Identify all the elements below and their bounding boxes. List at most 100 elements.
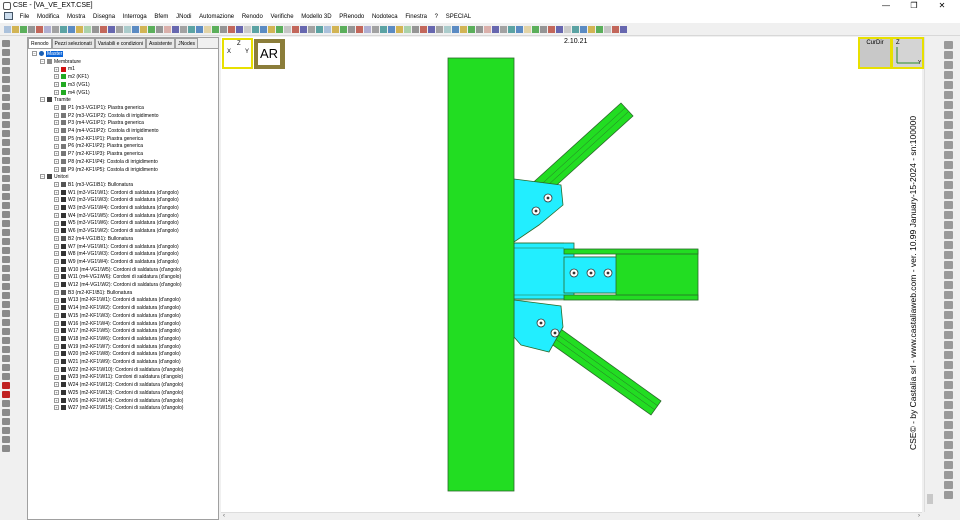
right-tool-button[interactable] <box>944 121 953 129</box>
tree-item[interactable]: + W3 (m3-VG1\W4): Cordoni di saldatura (d… <box>54 205 179 212</box>
toolbar-button[interactable] <box>228 26 235 33</box>
right-tool-button[interactable] <box>944 361 953 369</box>
right-tool-button[interactable] <box>944 331 953 339</box>
tree-item[interactable]: + B1 (m3-VG1\B1): Bullonatura <box>54 182 133 189</box>
tree-item[interactable]: + P7 (m2-KF1\P3): Piastra generica <box>54 151 143 158</box>
left-tool-button[interactable] <box>2 364 10 371</box>
left-tool-button[interactable] <box>2 373 10 380</box>
expand-icon[interactable]: + <box>54 259 59 265</box>
expand-icon[interactable]: + <box>54 143 59 149</box>
toolbar-button[interactable] <box>612 26 619 33</box>
toolbar-button[interactable] <box>500 26 507 33</box>
right-tool-button[interactable] <box>944 91 953 99</box>
right-tool-button[interactable] <box>944 151 953 159</box>
toolbar-button[interactable] <box>332 26 339 33</box>
tree-item[interactable]: + W6 (m3-VG1\W2): Cordoni di saldatura (d… <box>54 228 179 235</box>
toolbar-button[interactable] <box>436 26 443 33</box>
menu-help[interactable]: ? <box>432 12 441 23</box>
tree-item[interactable]: + W18 (m2-KF1\W6): Cordoni di saldatura (… <box>54 336 181 343</box>
toolbar-button[interactable] <box>60 26 67 33</box>
left-tool-button[interactable] <box>2 247 10 254</box>
tree-item[interactable]: + W21 (m2-KF1\W9): Cordoni di saldatura (… <box>54 359 181 366</box>
left-tool-button[interactable] <box>2 103 10 110</box>
right-tool-button[interactable] <box>944 231 953 239</box>
toolbar-button[interactable] <box>356 26 363 33</box>
toolbar-button[interactable] <box>620 26 627 33</box>
menu-bfem[interactable]: Bfem <box>151 12 171 23</box>
right-tool-button[interactable] <box>944 221 953 229</box>
toolbar-button[interactable] <box>92 26 99 33</box>
toolbar-button[interactable] <box>588 26 595 33</box>
left-tool-button[interactable] <box>2 130 10 137</box>
left-tool-button[interactable] <box>2 328 10 335</box>
toolbar-button[interactable] <box>348 26 355 33</box>
right-tool-button[interactable] <box>944 321 953 329</box>
expand-icon[interactable]: + <box>54 243 59 249</box>
tree-item[interactable]: + m2 (KF1) <box>54 74 89 81</box>
toolbar-button[interactable] <box>468 26 475 33</box>
toolbar-button[interactable] <box>292 26 299 33</box>
right-tool-button[interactable] <box>944 131 953 139</box>
toolbar-button[interactable] <box>204 26 211 33</box>
right-tool-button[interactable] <box>944 251 953 259</box>
left-tool-button[interactable] <box>2 49 10 56</box>
expand-icon[interactable]: + <box>54 205 59 211</box>
tree-item[interactable]: + P6 (m2-KF1\P2): Piastra generica <box>54 143 143 150</box>
toolbar-button[interactable] <box>380 26 387 33</box>
menu-modello-3d[interactable]: Modello 3D <box>298 12 334 23</box>
expand-icon[interactable]: + <box>54 235 59 241</box>
document-icon[interactable] <box>4 12 13 21</box>
toolbar-button[interactable] <box>364 26 371 33</box>
tree-item[interactable]: + W4 (m3-VG1\W5): Cordoni di saldatura (d… <box>54 213 179 220</box>
left-tool-button[interactable] <box>2 382 10 389</box>
tree-item[interactable]: + W9 (m4-VG1\W4): Cordoni di saldatura (d… <box>54 259 179 266</box>
toolbar-button[interactable] <box>52 26 59 33</box>
toolbar-button[interactable] <box>508 26 515 33</box>
toolbar-button[interactable] <box>444 26 451 33</box>
tree-item[interactable]: + W19 (m2-KF1\W7): Cordoni di saldatura (… <box>54 344 181 351</box>
expand-icon[interactable]: + <box>54 266 59 272</box>
menu-disegna[interactable]: Disegna <box>90 12 118 23</box>
left-tool-button[interactable] <box>2 274 10 281</box>
tree-item[interactable]: + W5 (m3-VG1\W6): Cordoni di saldatura (d… <box>54 220 179 227</box>
right-tool-button[interactable] <box>944 171 953 179</box>
expand-icon[interactable]: + <box>54 135 59 141</box>
toolbar-button[interactable] <box>148 26 155 33</box>
toolbar-button[interactable] <box>492 26 499 33</box>
toolbar-button[interactable] <box>76 26 83 33</box>
right-tool-button[interactable] <box>944 391 953 399</box>
gusset-plates[interactable] <box>513 178 620 353</box>
tree-item[interactable]: + W17 (m2-KF1\W5): Cordoni di saldatura (… <box>54 328 181 335</box>
toolbar-button[interactable] <box>396 26 403 33</box>
expand-icon[interactable]: + <box>54 197 59 203</box>
collapse-icon[interactable]: − <box>40 97 45 103</box>
right-tool-button[interactable] <box>944 351 953 359</box>
toolbar-button[interactable] <box>164 26 171 33</box>
expand-icon[interactable]: + <box>54 351 59 357</box>
expand-icon[interactable]: + <box>54 374 59 380</box>
tree-item[interactable]: + W13 (m2-KF1\W1): Cordoni di saldatura (… <box>54 297 181 304</box>
toolbar-button[interactable] <box>460 26 467 33</box>
toolbar-button[interactable] <box>596 26 603 33</box>
expand-icon[interactable]: + <box>54 251 59 257</box>
expand-icon[interactable]: + <box>54 405 59 411</box>
right-tool-button[interactable] <box>944 451 953 459</box>
toolbar-button[interactable] <box>260 26 267 33</box>
toolbar-button[interactable] <box>172 26 179 33</box>
expand-icon[interactable]: + <box>54 189 59 195</box>
right-tool-button[interactable] <box>944 291 953 299</box>
menu-finestra[interactable]: Finestra <box>402 12 430 23</box>
scroll-left-icon[interactable]: ‹ <box>223 513 225 520</box>
left-tool-button[interactable] <box>2 355 10 362</box>
toolbar-button[interactable] <box>300 26 307 33</box>
tree-item[interactable]: + W24 (m2-KF1\W12): Cordoni di saldatura … <box>54 382 183 389</box>
toolbar-button[interactable] <box>244 26 251 33</box>
left-tool-button[interactable] <box>2 40 10 47</box>
tree-item[interactable]: + W20 (m2-KF1\W8): Cordoni di saldatura (… <box>54 351 181 358</box>
expand-icon[interactable]: + <box>54 274 59 280</box>
left-tool-button[interactable] <box>2 310 10 317</box>
toolbar-button[interactable] <box>4 26 11 33</box>
right-tool-button[interactable] <box>944 71 953 79</box>
left-tool-button[interactable] <box>2 337 10 344</box>
toolbar-button[interactable] <box>180 26 187 33</box>
